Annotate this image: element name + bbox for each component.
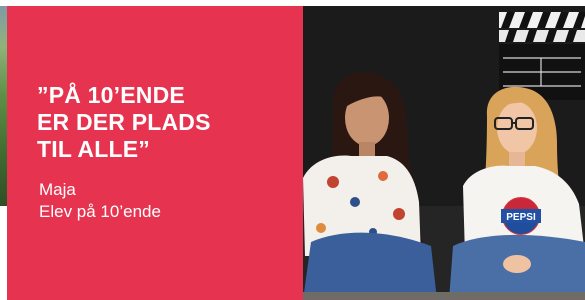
student-photo: PEPSI <box>303 6 585 300</box>
pepsi-logo-icon: PEPSI <box>501 197 541 235</box>
quote-text: ”PÅ 10’ENDE ER DER PLADS TIL ALLE” <box>37 82 211 162</box>
quote-card: ”PÅ 10’ENDE ER DER PLADS TIL ALLE” Maja … <box>7 6 303 300</box>
person-name: Maja <box>39 180 76 199</box>
person-role: Elev på 10’ende <box>39 202 161 221</box>
pepsi-logo-text: PEPSI <box>506 212 536 223</box>
previous-slide-edge[interactable] <box>0 6 7 206</box>
photo-illustration: PEPSI <box>303 6 585 300</box>
clapperboard-icon <box>499 12 585 100</box>
bench <box>303 292 585 300</box>
